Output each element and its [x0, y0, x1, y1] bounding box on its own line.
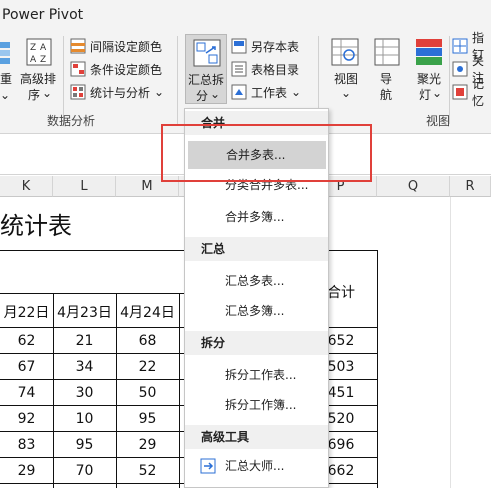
table-cell[interactable]: 70: [53, 463, 116, 479]
menu-section-split: 拆分: [185, 331, 328, 355]
save-table-button[interactable]: 另存本表: [231, 36, 299, 56]
right-item-3-label: 记忆: [472, 77, 485, 108]
remove-duplicates-label[interactable]: 重: [0, 72, 12, 86]
table-cell[interactable]: 22: [116, 359, 179, 375]
table-cell[interactable]: 34: [53, 359, 116, 375]
merge-split-label-top: 汇总拆: [188, 73, 225, 87]
table-cell[interactable]: 21: [53, 333, 116, 349]
interval-color-label: 间隔设定颜色: [90, 39, 163, 54]
menu-item-summary-sheets[interactable]: 汇总多表...: [187, 267, 326, 295]
spotlight-chevron: ⌄: [432, 86, 443, 100]
condition-color-icon: [70, 61, 86, 77]
table-cell[interactable]: 83: [0, 437, 53, 453]
svg-text:A: A: [40, 43, 47, 53]
table-cell[interactable]: 95: [116, 411, 179, 427]
view-label[interactable]: 视图: [334, 72, 358, 86]
ribbon-separator: [449, 36, 450, 124]
sheet-title[interactable]: 统计表: [0, 206, 72, 241]
table-cell[interactable]: 95: [53, 437, 116, 453]
table-cell[interactable]: 30: [53, 385, 116, 401]
grid-line: [450, 197, 451, 488]
spotlight-label-bottom[interactable]: 灯: [419, 88, 431, 102]
menu-section-advanced: 高级工具: [185, 425, 328, 449]
remove-duplicates-icon[interactable]: [0, 40, 12, 66]
table-cell[interactable]: 62: [0, 333, 53, 349]
menu-item-summary-master[interactable]: 汇总大师...: [187, 452, 326, 480]
table-header-cell[interactable]: 4月23日: [53, 302, 116, 322]
svg-text:A: A: [30, 55, 37, 65]
highlight-annotation-box: [161, 124, 372, 182]
view-icon[interactable]: [331, 38, 359, 66]
merge-split-icon: [193, 39, 221, 67]
save-table-label: 另存本表: [251, 39, 300, 54]
column-header-l[interactable]: L: [53, 176, 116, 197]
ribbon-separator: [63, 36, 64, 124]
condition-color-label: 条件设定颜色: [90, 62, 163, 77]
column-header-q[interactable]: Q: [377, 176, 450, 197]
svg-text:Z: Z: [30, 43, 36, 53]
table-cell[interactable]: 50: [116, 385, 179, 401]
interval-color-button[interactable]: 间隔设定颜色: [70, 36, 162, 56]
navigation-label-bottom[interactable]: 航: [380, 88, 392, 102]
group-view-label: 视图: [426, 114, 451, 128]
advanced-sort-label-top[interactable]: 高级排: [20, 72, 56, 86]
table-header-cell[interactable]: 4月24日: [116, 302, 179, 322]
menu-item-summary-books[interactable]: 汇总多簿...: [187, 297, 326, 325]
table-cell[interactable]: 67: [0, 359, 53, 375]
title-bar: Power Pivot: [0, 0, 491, 30]
statistics-button[interactable]: 统计与分析 ⌄: [70, 82, 164, 102]
column-header-r[interactable]: R: [450, 176, 491, 197]
merge-split-label-bottom: 分: [196, 89, 209, 103]
menu-item-split-sheet[interactable]: 拆分工作表...: [187, 361, 326, 389]
pin-icon: [452, 38, 468, 54]
svg-text:Z: Z: [40, 55, 46, 65]
table-border: [377, 250, 378, 488]
worksheet-button[interactable]: 工作表 ⌄: [231, 82, 301, 102]
right-item-3-button[interactable]: 记忆: [452, 77, 491, 108]
navigation-label-top[interactable]: 导: [380, 72, 392, 86]
table-directory-icon: [231, 61, 247, 77]
table-cell[interactable]: 92: [0, 411, 53, 427]
ribbon-separator: [177, 36, 178, 124]
table-border: [179, 293, 180, 488]
merge-split-chevron: ⌄: [210, 87, 221, 101]
memory-icon: [452, 84, 468, 100]
menu-section-summary: 汇总: [185, 237, 328, 261]
table-directory-label: 表格目录: [251, 62, 300, 77]
table-cell[interactable]: 10: [53, 411, 116, 427]
remove-duplicates-chevron: ⌄: [0, 88, 11, 102]
table-cell[interactable]: 52: [116, 463, 179, 479]
spotlight-label-top[interactable]: 聚光: [417, 72, 441, 86]
statistics-chevron: ⌄: [154, 85, 165, 99]
group-data-analysis-label: 数据分析: [47, 114, 96, 128]
save-table-icon: [231, 38, 247, 54]
table-header-cell[interactable]: 月22日: [0, 302, 53, 322]
statistics-label: 统计与分析: [90, 85, 151, 100]
table-directory-button[interactable]: 表格目录: [231, 59, 299, 79]
advanced-sort-chevron: ⌄: [42, 86, 53, 100]
app-title: Power Pivot: [2, 7, 84, 23]
worksheet-icon: [231, 84, 247, 100]
spotlight-icon[interactable]: [415, 38, 443, 66]
table-cell[interactable]: 29: [116, 437, 179, 453]
menu-item-split-book[interactable]: 拆分工作簿...: [187, 391, 326, 419]
condition-color-button[interactable]: 条件设定颜色: [70, 59, 162, 79]
table-cell[interactable]: 68: [116, 333, 179, 349]
menu-item-merge-books[interactable]: 合并多簿...: [187, 203, 326, 231]
interval-color-icon: [70, 38, 86, 54]
column-header-k[interactable]: K: [0, 176, 53, 197]
sort-az-icon[interactable]: ZAAZ: [26, 38, 52, 66]
view-chevron: ⌄: [341, 86, 352, 100]
merge-split-button[interactable]: 汇总拆 分 ⌄: [185, 34, 227, 104]
focus-icon: [452, 61, 468, 77]
table-cell[interactable]: 29: [0, 463, 53, 479]
worksheet-label: 工作表: [251, 85, 288, 100]
advanced-sort-label-bottom[interactable]: 序: [28, 88, 40, 102]
worksheet-chevron: ⌄: [291, 85, 302, 99]
statistics-icon: [70, 84, 86, 100]
table-cell[interactable]: 74: [0, 385, 53, 401]
navigation-icon[interactable]: [374, 38, 400, 66]
